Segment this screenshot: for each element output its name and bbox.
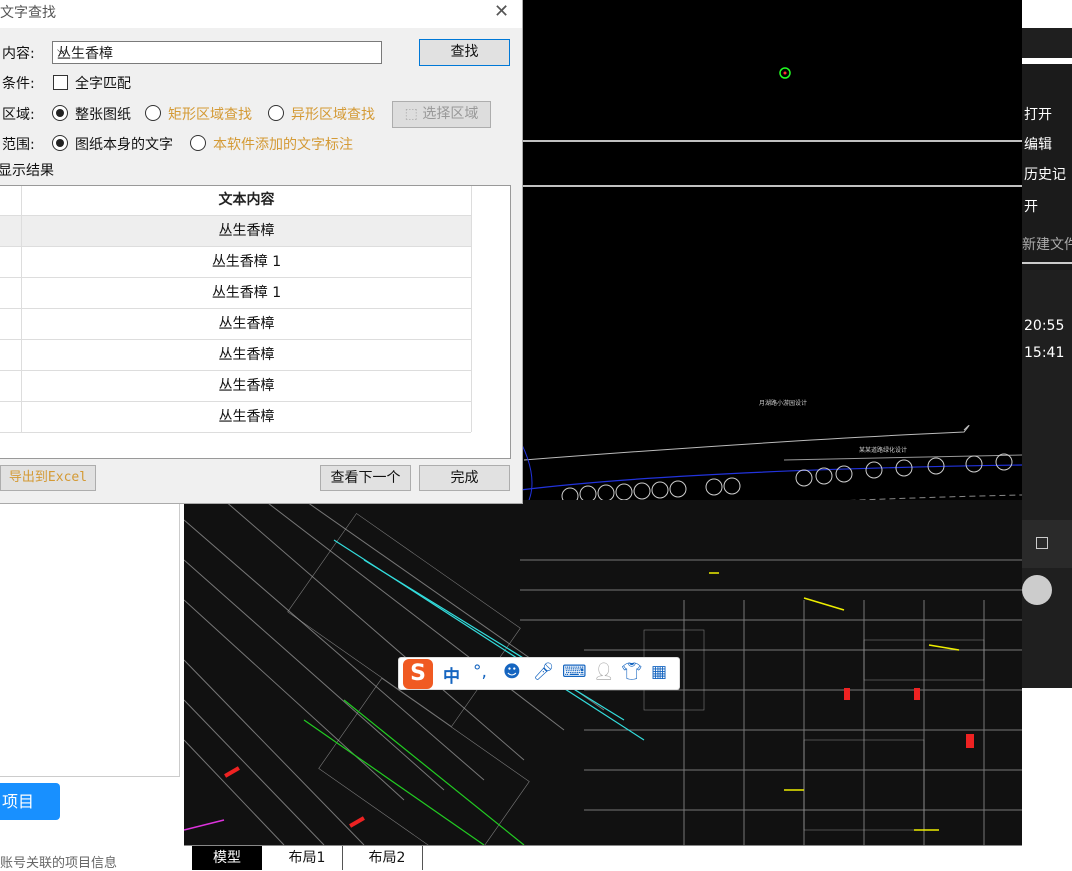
checkbox-icon[interactable] (1036, 537, 1048, 549)
results-table: 文本内容 丛生香樟 丛生香樟 1 丛生香樟 1 丛生香樟 丛生香樟 丛生香樟 丛… (0, 185, 511, 459)
condition-label: 条件: (2, 76, 35, 92)
menu-open[interactable]: 打开 (1024, 104, 1052, 124)
select-area-button[interactable]: ⬚ 选择区域 (392, 101, 491, 128)
project-button[interactable]: 项目 (0, 783, 60, 820)
table-cell: 丛生香樟 (218, 409, 275, 425)
project-info-label: 账号关联的项目信息 (0, 856, 118, 871)
full-match-checkbox[interactable] (53, 75, 68, 90)
scope-radio-drawing[interactable] (52, 135, 68, 151)
emoji-icon[interactable]: ☻ (503, 662, 521, 682)
text-search-dialog: 文字查找 ✕ 内容: 丛生香樟 ⌵ 查找 条件: 全字匹配 区域: 整张图纸 矩… (0, 0, 523, 504)
chevron-down-icon[interactable]: ⌵ (57, 43, 377, 58)
ime-mode-label[interactable]: 中 (443, 662, 460, 687)
select-region-icon: ⬚ (404, 106, 418, 122)
table-row[interactable]: 丛生香樟 (0, 402, 471, 433)
area-option-rect: 矩形区域查找 (168, 107, 252, 123)
table-row[interactable]: 丛生香樟 (0, 371, 471, 402)
view-next-button[interactable]: 查看下一个 (320, 465, 411, 491)
timestamp: 20:55 (1024, 318, 1065, 334)
table-cell: 丛生香樟 1 (211, 285, 282, 301)
table-cell: 丛生香樟 (218, 347, 275, 363)
timestamp: 15:41 (1024, 345, 1065, 361)
area-option-irregular: 异形区域查找 (291, 107, 375, 123)
menu-edit[interactable]: 编辑 (1024, 134, 1052, 154)
menu-history[interactable]: 历史记 (1024, 164, 1066, 184)
content-label: 内容: (2, 46, 35, 62)
close-icon[interactable]: ✕ (494, 1, 509, 22)
full-match-label: 全字匹配 (75, 76, 131, 92)
table-row[interactable]: 丛生香樟 (0, 340, 471, 371)
table-cell: 丛生香樟 (218, 316, 275, 332)
cad-text-label: 某某道路绿化设计 (859, 446, 907, 454)
table-cell: 丛生香樟 (218, 378, 275, 394)
scope-label: 范围: (2, 137, 35, 153)
apps-grid-icon[interactable]: ▦ (651, 662, 667, 682)
tab-layout1[interactable]: 布局1 (272, 846, 343, 870)
scope-option-drawing: 图纸本身的文字 (75, 137, 173, 153)
area-label: 区域: (2, 107, 35, 123)
area-option-whole: 整张图纸 (75, 107, 131, 123)
table-row[interactable]: 丛生香樟 (0, 216, 471, 247)
tab-model[interactable]: 模型 (192, 846, 262, 870)
right-side-panel: 打开 编辑 历史记 开 新建文件 20:55 15:41 (1022, 0, 1072, 870)
ime-toolbar[interactable]: S 中 °, ☻ 🎤︎ ⌨ 👤︎ 👕︎ ▦ (398, 657, 680, 690)
user-icon[interactable]: 👤︎ (593, 662, 615, 682)
table-row[interactable]: 丛生香樟 1 (0, 247, 471, 278)
microphone-icon[interactable]: 🎤︎ (533, 662, 555, 682)
area-radio-whole[interactable] (52, 105, 68, 121)
content-combobox[interactable]: 丛生香樟 ⌵ (52, 41, 382, 64)
sogou-logo-icon[interactable]: S (403, 659, 433, 689)
skin-shirt-icon[interactable]: 👕︎ (621, 662, 643, 682)
table-row[interactable]: 丛生香樟 (0, 309, 471, 340)
area-radio-rect[interactable] (145, 105, 161, 121)
dialog-title-bar[interactable]: 文字查找 ✕ (0, 0, 522, 28)
table-row[interactable]: 丛生香樟 1 (0, 278, 471, 309)
table-cell: 丛生香樟 (218, 223, 275, 239)
done-button[interactable]: 完成 (419, 465, 510, 491)
find-button[interactable]: 查找 (419, 39, 510, 66)
scope-radio-annotation[interactable] (190, 135, 206, 151)
ime-punct-label[interactable]: °, (473, 662, 487, 682)
export-excel-button[interactable]: 导出到Excel (0, 465, 96, 491)
dialog-title: 文字查找 (0, 5, 56, 21)
keyboard-icon[interactable]: ⌨ (562, 662, 587, 682)
area-radio-irregular[interactable] (268, 105, 284, 121)
select-area-label: 选择区域 (422, 106, 479, 122)
cad-text-label: 月湖路小游园设计 (759, 399, 807, 407)
table-cell: 丛生香樟 1 (211, 254, 282, 270)
menu-open2[interactable]: 开 (1024, 196, 1038, 216)
column-header-text[interactable]: 文本内容 (22, 186, 471, 215)
tab-layout2[interactable]: 布局2 (352, 846, 423, 870)
table-header: 文本内容 (0, 186, 471, 216)
show-results-label: 显示结果 (0, 163, 54, 179)
menu-new-file[interactable]: 新建文件 (1022, 234, 1072, 254)
layout-tab-bar: 模型 布局1 布局2 (184, 845, 1022, 871)
left-panel-frame (0, 503, 180, 777)
scope-option-annotation: 本软件添加的文字标注 (213, 137, 353, 153)
avatar[interactable] (1022, 575, 1052, 605)
